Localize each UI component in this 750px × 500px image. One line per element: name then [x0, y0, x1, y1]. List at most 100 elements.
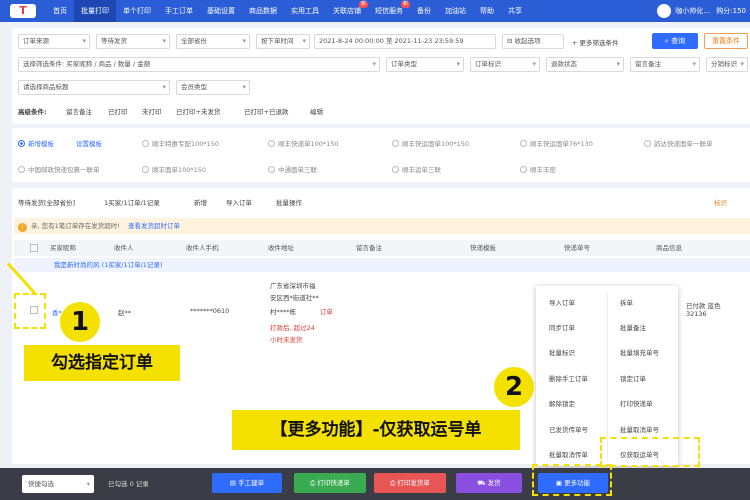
batch-ops-dropdown[interactable]: 批量操作: [276, 197, 302, 207]
nav-share[interactable]: 共享: [501, 0, 529, 22]
nav-tools[interactable]: 实用工具: [284, 0, 326, 22]
menu-batch-flag[interactable]: 批量标识: [549, 347, 575, 357]
status-select[interactable]: 等待发货: [96, 34, 170, 49]
template-option[interactable]: 顺丰运单三联: [392, 164, 441, 174]
radio-dot: [392, 140, 399, 147]
col-address[interactable]: 收件地址: [268, 240, 294, 256]
import-order-link[interactable]: 导入订单: [226, 197, 252, 207]
ship-button[interactable]: ⛟ 发货: [456, 473, 522, 493]
quick-edit-link[interactable]: 编辑: [310, 106, 323, 116]
menu-batch-cancel-upload[interactable]: 批量取消传单: [549, 449, 588, 459]
menu-shipped-upload[interactable]: 已发货传单号: [549, 424, 588, 434]
nav-fuel[interactable]: 加油站: [438, 0, 473, 22]
menu-delete-manual[interactable]: 删除手工订单: [549, 373, 588, 383]
province-select[interactable]: 全部省份: [176, 34, 250, 49]
quick-printed[interactable]: 已打印: [108, 106, 128, 116]
select-all-checkbox[interactable]: [30, 244, 38, 252]
print-express-button[interactable]: ⎙ 打印快递单: [294, 473, 366, 493]
print-invoice-button[interactable]: ⎙ 打印发货单: [374, 473, 446, 493]
menu-batch-fill[interactable]: 批量填充单号: [620, 347, 659, 357]
order-type-select[interactable]: 订单类型: [386, 57, 464, 72]
template-option[interactable]: 顺丰快运面单76*130: [520, 138, 593, 148]
template-option[interactable]: 韵达快递面单一联单: [644, 138, 713, 148]
col-receiver[interactable]: 收件人: [114, 240, 134, 256]
logo-mark: T: [10, 4, 36, 18]
avatar[interactable]: [657, 4, 672, 18]
user-area[interactable]: 咖小帅化… 购分:150: [657, 0, 746, 22]
new-order-link[interactable]: 新增: [194, 197, 207, 207]
list-count: 1买家/1订单/1记录: [104, 199, 160, 207]
nav-manual-order[interactable]: 手工订单: [158, 0, 200, 22]
reset-button[interactable]: 重置条件: [704, 33, 748, 49]
menu-lock[interactable]: 锁定订单: [620, 373, 646, 383]
menu-batch-remark[interactable]: 批量备注: [620, 322, 646, 332]
nav-help[interactable]: 帮助: [473, 0, 501, 22]
menu-unlock[interactable]: 解除锁定: [549, 398, 575, 408]
product-title-select[interactable]: 请选择商品标题: [18, 80, 170, 95]
menu-print-express[interactable]: 打印快递单: [620, 398, 653, 408]
search-button[interactable]: ⌕ 查询: [652, 33, 698, 49]
nav-single-print[interactable]: 单个打印: [116, 0, 158, 22]
step1-callout: 勾选指定订单: [24, 345, 180, 381]
notice-link[interactable]: 查看发货超时订单: [128, 222, 180, 230]
manual-create-label: 手工建单: [238, 479, 265, 487]
top-nav: T 首页 批量打印 单个打印 手工订单 基础设置 商品数据 实用工具 关联店铺新…: [0, 0, 750, 22]
collapse-options-button[interactable]: ⊟ 收起选项: [502, 34, 564, 49]
member-type-select[interactable]: 会员类型: [176, 80, 250, 95]
radio-dot: [268, 166, 275, 173]
col-phone[interactable]: 收件人手机: [186, 240, 219, 256]
distribution-select[interactable]: 分销标识: [706, 57, 748, 72]
remark-select[interactable]: 留言备注: [630, 57, 700, 72]
order-flag-select[interactable]: 订单标识: [470, 57, 540, 72]
col-buyer[interactable]: 买家昵称: [50, 240, 76, 256]
quick-printed-refunded[interactable]: 已打印+已退款: [244, 106, 288, 116]
menu-import-order[interactable]: 导入订单: [549, 297, 575, 307]
template-option[interactable]: 顺丰丰密: [520, 164, 556, 174]
nav-batch-print[interactable]: 批量打印: [74, 0, 116, 22]
template-option[interactable]: 中国邮政快递包裹一联单: [18, 164, 100, 174]
buyer-group-row[interactable]: 我是新时尚的风 (1买家/1订单/1记录): [14, 258, 750, 272]
template-option[interactable]: 顺丰面单100*150: [142, 164, 206, 174]
quick-unprinted[interactable]: 未打印: [142, 106, 162, 116]
template-option[interactable]: 顺丰快运面单100*150: [392, 138, 469, 148]
col-template[interactable]: 快递模板: [470, 240, 496, 256]
col-tracking[interactable]: 快递单号: [564, 240, 590, 256]
template-option[interactable]: 顺丰快递单100*150: [268, 138, 339, 148]
quick-printed-unshipped[interactable]: 已打印+未发货: [176, 106, 220, 116]
collapse-label: 收起选项: [514, 37, 541, 45]
template-option[interactable]: 顺丰特惠专配100*150: [142, 138, 219, 148]
app-logo[interactable]: T: [0, 0, 46, 22]
menu-sync-order[interactable]: 同步订单: [549, 322, 575, 332]
nav-sms[interactable]: 短信服务新: [368, 0, 410, 22]
radio-dot: [392, 166, 399, 173]
template-add[interactable]: 新增模板: [18, 138, 54, 148]
more-filters-link[interactable]: + 更多筛选条件: [572, 37, 619, 47]
nav-backup[interactable]: 备份: [410, 0, 438, 22]
quick-remark[interactable]: 留言备注: [66, 106, 92, 116]
nav-product-data[interactable]: 商品数据: [242, 0, 284, 22]
nav-home[interactable]: 首页: [46, 0, 74, 22]
cell-alert-line: 打款后, 超过24: [270, 324, 315, 332]
search-label: 查询: [671, 37, 686, 45]
col-remark[interactable]: 留言备注: [356, 240, 382, 256]
cell-status: 订单: [320, 308, 333, 316]
template-settings-link[interactable]: 设置模板: [76, 138, 102, 148]
manual-create-button[interactable]: ▤ 手工建单: [212, 473, 282, 493]
quick-select-dropdown[interactable]: 快捷勾选: [22, 475, 94, 493]
order-source-select[interactable]: 订单来源: [18, 34, 90, 49]
template-option[interactable]: 中通面单三联: [268, 164, 317, 174]
menu-batch-cancel-number[interactable]: 批量取消单号: [620, 424, 659, 434]
col-product[interactable]: 商品信息: [656, 240, 682, 256]
radio-dot: [520, 140, 527, 147]
time-type-select[interactable]: 按下单时间: [256, 34, 310, 49]
date-range-input[interactable]: 2021-8-24 00:00:00 至 2021-11-23 23:59:59: [314, 34, 496, 49]
flag-legend[interactable]: 标识: [714, 197, 727, 207]
nav-basic-settings[interactable]: 基础设置: [200, 0, 242, 22]
condition-select[interactable]: 选择筛选条件: 买家昵称 / 商品 / 数量 / 金额: [18, 57, 380, 72]
template-label: 顺丰快递单100*150: [278, 140, 339, 148]
nav-sms-label: 短信服务: [375, 7, 403, 15]
menu-split[interactable]: 拆单: [620, 297, 633, 307]
refund-select[interactable]: 退款状态: [546, 57, 624, 72]
nav-linked-shops[interactable]: 关联店铺新: [326, 0, 368, 22]
new-badge: 新: [358, 1, 368, 8]
